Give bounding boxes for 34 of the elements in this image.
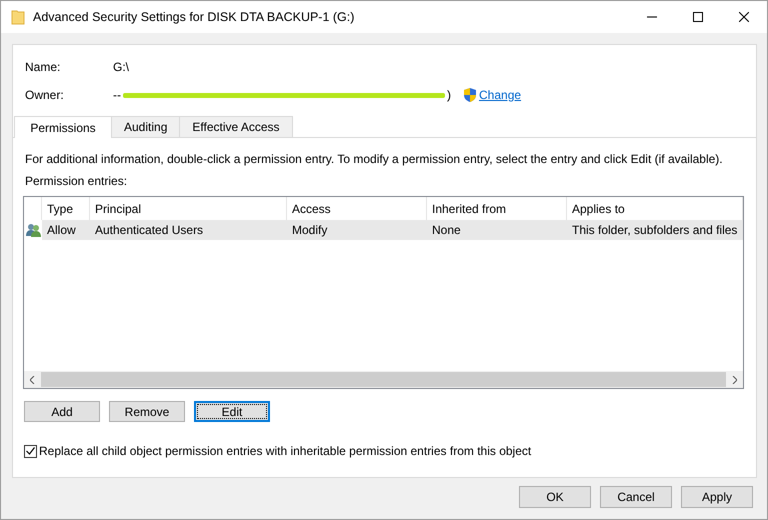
owner-suffix: ) bbox=[447, 88, 451, 102]
tab[interactable]: Permissions bbox=[14, 116, 112, 138]
permission-row[interactable]: Allow Authenticated Users Modify None This folder, subfolders and files bbox=[24, 220, 743, 240]
scroll-left-icon[interactable] bbox=[30, 376, 35, 384]
table-cell: Allow bbox=[42, 220, 90, 240]
shield-icon bbox=[463, 87, 477, 103]
table-cell: None bbox=[427, 220, 567, 240]
dialog-button[interactable]: OK bbox=[519, 486, 591, 508]
info-text: For additional information, double-click a permission entry. To modify a permission entry, select the entry and click Edit (if available). bbox=[25, 152, 724, 166]
users-icon bbox=[26, 223, 40, 237]
change-link[interactable]: Change bbox=[479, 88, 522, 102]
entries-label: Permission entries: bbox=[25, 174, 128, 188]
tab[interactable]: Effective Access bbox=[179, 116, 293, 137]
folder-icon bbox=[11, 9, 25, 25]
horizontal-scrollbar[interactable] bbox=[24, 371, 743, 388]
name-label: Name: bbox=[25, 60, 62, 74]
replace-checkbox[interactable] bbox=[24, 444, 37, 458]
entry-button[interactable]: Edit bbox=[194, 401, 270, 422]
owner-label: Owner: bbox=[25, 88, 65, 102]
dialog-button[interactable]: Cancel bbox=[600, 486, 672, 508]
table-cell: This folder, subfolders and files bbox=[567, 220, 743, 240]
maximize-icon bbox=[693, 12, 703, 22]
name-value: G:\ bbox=[113, 60, 130, 74]
window-title: Advanced Security Settings for DISK DTA BACKUP-1 (G:) bbox=[33, 10, 354, 24]
table-cell: Modify bbox=[287, 220, 427, 240]
dialog-button[interactable]: Apply bbox=[681, 486, 753, 508]
entry-button[interactable]: Add bbox=[24, 401, 100, 422]
table-cell: Authenticated Users bbox=[90, 220, 287, 240]
scroll-right-icon[interactable] bbox=[732, 376, 737, 384]
owner-prefix: -- bbox=[113, 88, 121, 102]
replace-label[interactable]: Replace all child object permission entries with inheritable permission entries from this object bbox=[39, 444, 532, 458]
close-icon bbox=[739, 12, 749, 22]
entry-button[interactable]: Remove bbox=[109, 401, 185, 422]
tab[interactable]: Auditing bbox=[111, 116, 180, 137]
